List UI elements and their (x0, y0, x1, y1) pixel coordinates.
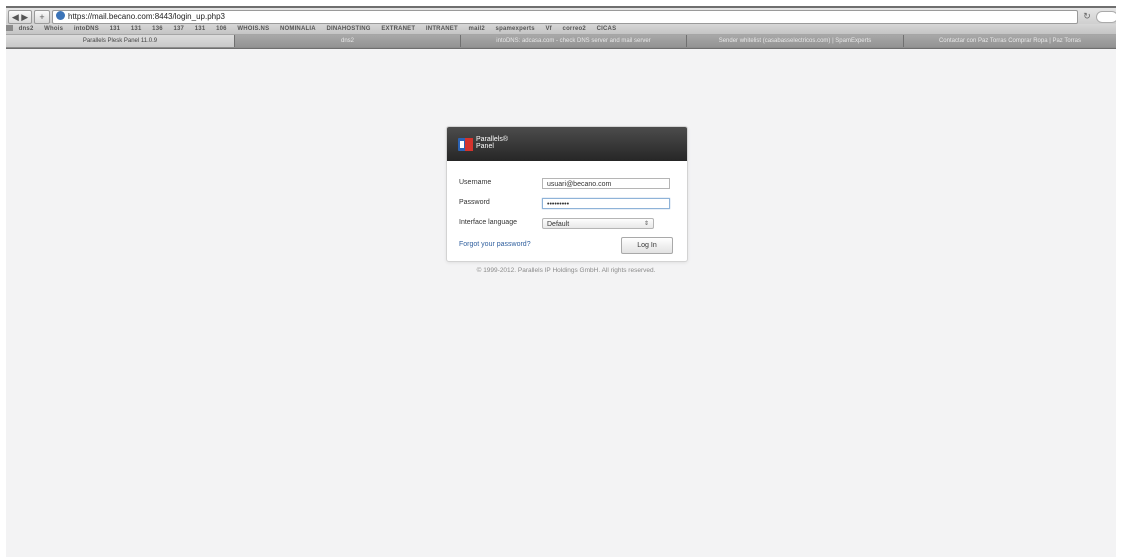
add-bookmark-button[interactable]: + (34, 10, 50, 24)
bookmark-item[interactable]: INTRANET (426, 24, 458, 34)
bookmark-item[interactable]: mail2 (469, 24, 485, 34)
browser-window: ◀ ▶ + https://mail.becano.com:8443/login… (6, 6, 1116, 557)
bookmark-item[interactable]: intoDNS (74, 24, 99, 34)
username-field[interactable]: usuari@becano.com (542, 178, 670, 189)
tab-spamexperts[interactable]: Sender whitelist (casabasselectricos.com… (687, 35, 904, 47)
search-input[interactable] (1096, 11, 1116, 23)
bookmark-item[interactable]: Vf (545, 24, 551, 34)
site-globe-icon (56, 11, 65, 20)
tab-bar: Parallels Plesk Panel 11.0.9 dns2 intoDN… (6, 35, 1116, 49)
tab-intodns[interactable]: intoDNS: adcasa.com - check DNS server a… (461, 35, 687, 47)
tab-dns2[interactable]: dns2 (235, 35, 461, 47)
reload-icon[interactable]: ↻ (1080, 10, 1094, 22)
bookmark-item[interactable]: dns2 (19, 24, 34, 34)
bookmark-item[interactable]: 137 (173, 24, 184, 34)
url-input[interactable]: https://mail.becano.com:8443/login_up.ph… (52, 10, 1078, 24)
select-arrows-icon: ⇕ (643, 221, 649, 227)
login-panel: Parallels® Panel Username usuari@becano.… (446, 126, 688, 262)
tab-plesk-panel[interactable]: Parallels Plesk Panel 11.0.9 (6, 35, 235, 47)
back-forward-buttons[interactable]: ◀ ▶ (8, 10, 32, 24)
bookmarks-grid-icon[interactable] (6, 25, 13, 31)
copyright-text: © 1999-2012. Parallels IP Holdings GmbH.… (476, 267, 656, 274)
language-label: Interface language (459, 219, 517, 226)
language-select[interactable]: Default ⇕ (542, 218, 654, 229)
bookmark-item[interactable]: WHOIS.NS (237, 24, 269, 34)
brand-line-1: Parallels® (476, 136, 509, 143)
bookmark-item[interactable]: NOMINALIA (280, 24, 316, 34)
bookmark-item[interactable]: Whois (44, 24, 63, 34)
password-field[interactable]: ••••••••• (542, 198, 670, 209)
bookmark-item[interactable]: DINAHOSTING (326, 24, 370, 34)
bookmark-item[interactable]: EXTRANET (381, 24, 415, 34)
parallels-logo-icon (458, 138, 473, 151)
language-selected-value: Default (547, 221, 570, 228)
bookmark-item[interactable]: 136 (152, 24, 163, 34)
bookmark-item[interactable]: 131 (131, 24, 142, 34)
bookmark-item[interactable]: 106 (216, 24, 227, 34)
brand-line-2: Panel (476, 143, 494, 150)
address-toolbar: ◀ ▶ + https://mail.becano.com:8443/login… (6, 8, 1116, 24)
username-label: Username (459, 179, 492, 186)
bookmark-item[interactable]: 131 (195, 24, 206, 34)
forgot-password-link[interactable]: Forgot your password? (459, 241, 531, 248)
login-button[interactable]: Log In (621, 237, 673, 254)
url-text: https://mail.becano.com:8443/login_up.ph… (68, 12, 225, 21)
tab-paz-torras[interactable]: Contactar con Paz Torras Comprar Ropa | … (904, 35, 1116, 47)
bookmarks-bar: dns2 Whois intoDNS 131 131 136 137 131 1… (6, 24, 1116, 35)
login-header: Parallels® Panel (447, 127, 687, 161)
password-label: Password (459, 199, 490, 206)
brand-name: Parallels® Panel (476, 136, 508, 150)
bookmark-item[interactable]: correo2 (563, 24, 586, 34)
bookmark-item[interactable]: 131 (110, 24, 121, 34)
bookmark-item[interactable]: CICAS (597, 24, 617, 34)
bookmark-item[interactable]: spamexperts (496, 24, 535, 34)
